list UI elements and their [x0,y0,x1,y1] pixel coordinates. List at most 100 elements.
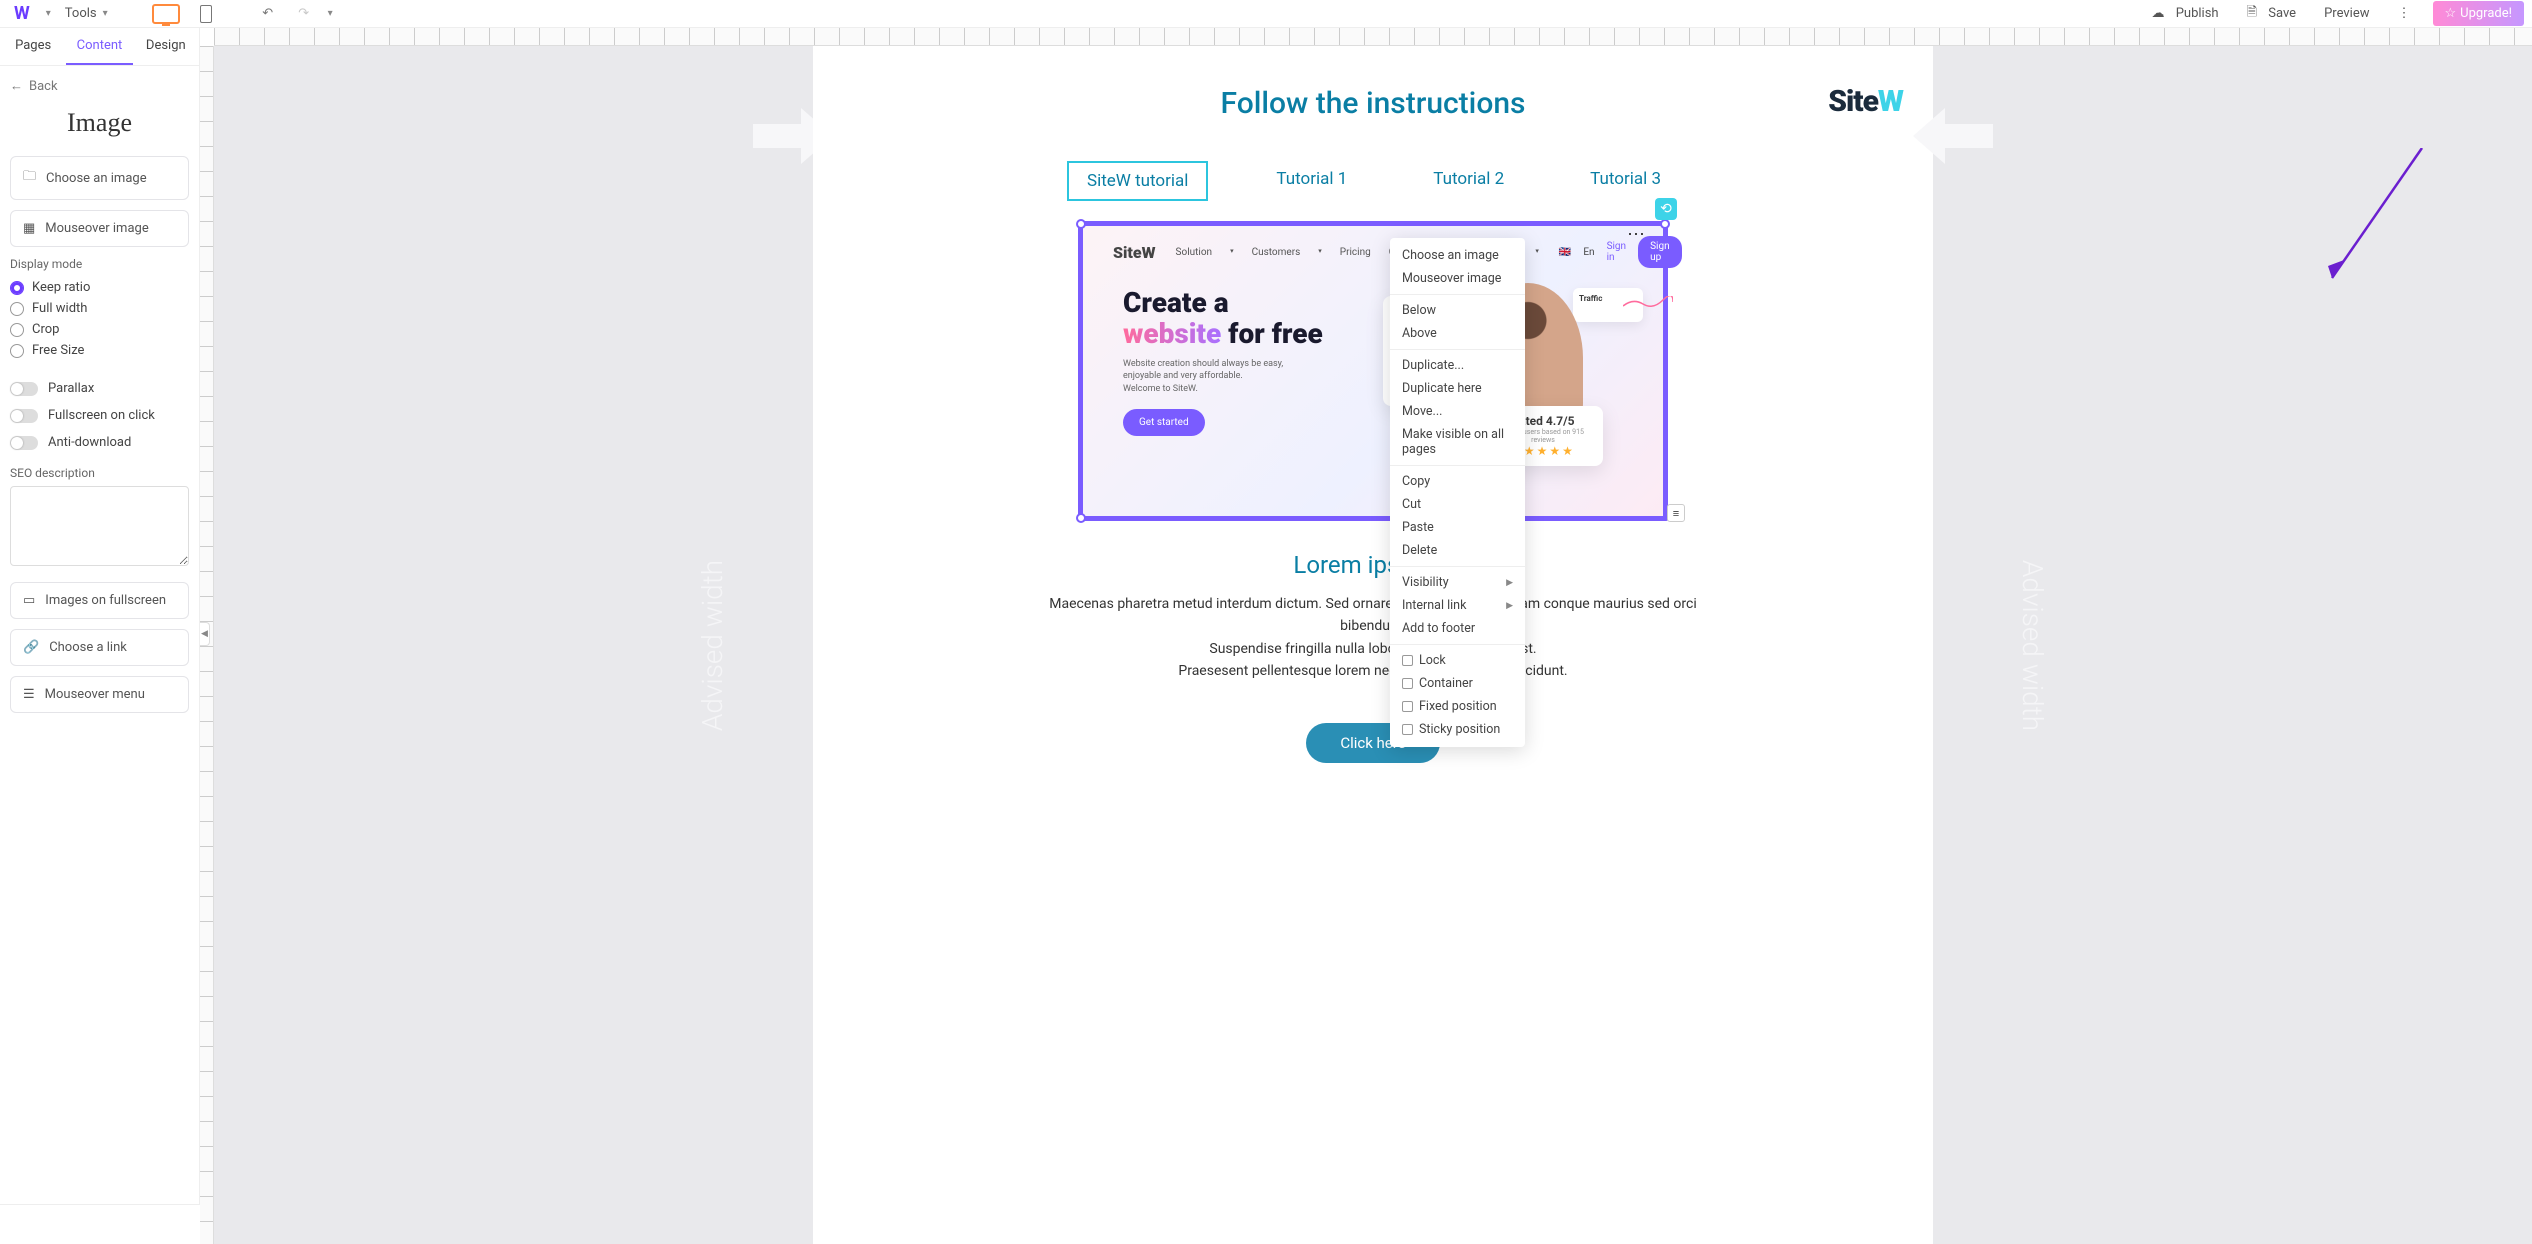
chevron-down-icon: ▾ [103,8,108,19]
toggle-icon [10,382,38,396]
ctx-move[interactable]: Move... [1390,400,1525,423]
switch-parallax[interactable]: Parallax [10,375,189,402]
outside-right: Advised width [1933,46,2133,1244]
ctx-delete[interactable]: Delete [1390,539,1525,562]
radio-full-width[interactable]: Full width [10,298,189,319]
ctx-container[interactable]: Container [1390,672,1525,695]
ctx-paste[interactable]: Paste [1390,516,1525,539]
panel-title: Image [10,108,189,138]
toggle-icon [10,436,38,450]
desktop-icon [152,4,180,24]
seo-description-input[interactable] [10,486,189,566]
radio-keep-ratio[interactable]: Keep ratio [10,277,189,298]
checkbox-icon [1402,724,1413,735]
ctx-add-footer[interactable]: Add to footer [1390,617,1525,640]
more-menu-button[interactable]: ⋮ [2392,6,2417,21]
display-mode-label: Display mode [10,257,189,271]
preview-button[interactable]: Preview [2318,6,2375,21]
ctx-visibility[interactable]: Visibility▶ [1390,571,1525,594]
collapse-sidebar-handle[interactable]: ◀ [200,622,210,646]
canvas-wrap: Advised width SiteW Follow the instructi… [200,28,2532,1244]
flag-icon: 🇬🇧 [1559,247,1571,258]
resize-handle-bottom-left[interactable] [1076,513,1086,523]
context-menu: Choose an image Mouseover image Below Ab… [1390,238,1525,747]
ctx-below[interactable]: Below [1390,299,1525,322]
upgrade-button[interactable]: ☆Upgrade! [2433,1,2525,26]
seo-description-label: SEO description [10,466,189,480]
nav-tab-tutorial-1[interactable]: Tutorial 1 [1258,161,1365,201]
toggle-icon [10,409,38,423]
choose-link-button[interactable]: 🔗Choose a link [10,629,189,666]
page-content[interactable]: SiteW Follow the instructions SiteW tuto… [813,46,1933,1244]
ctx-duplicate[interactable]: Duplicate... [1390,354,1525,377]
ctx-mouseover-image[interactable]: Mouseover image [1390,267,1525,290]
checkbox-icon [1402,678,1413,689]
tab-design[interactable]: Design [133,28,199,65]
selected-image-block[interactable]: ⋯ ⟲ ≡ SiteW Solution▾ Customers▾ Pricing… [1078,221,1668,521]
advised-width-label: Advised width [2016,559,2049,730]
ctx-cut[interactable]: Cut [1390,493,1525,516]
radio-crop[interactable]: Crop [10,319,189,340]
nav-tab-tutorial-3[interactable]: Tutorial 3 [1572,161,1679,201]
folder-icon: 🗀 [23,167,36,189]
ctx-choose-image[interactable]: Choose an image [1390,244,1525,267]
tab-pages[interactable]: Pages [0,28,66,65]
radio-icon [10,323,24,337]
images-fullscreen-button[interactable]: ▭Images on fullscreen [10,582,189,619]
ctx-make-visible[interactable]: Make visible on all pages [1390,423,1525,461]
arrow-left-icon: ← [10,78,23,94]
undo-button[interactable]: ↶ [254,6,282,22]
nav-tab-sitew-tutorial[interactable]: SiteW tutorial [1067,161,1208,201]
mouseover-image-button[interactable]: ▦Mouseover image [10,210,189,247]
ctx-copy[interactable]: Copy [1390,470,1525,493]
switch-fullscreen-click[interactable]: Fullscreen on click [10,402,189,429]
choose-image-button[interactable]: 🗀Choose an image [10,156,189,200]
page-nav-tabs: SiteW tutorial Tutorial 1 Tutorial 2 Tut… [843,161,1903,201]
ctx-fixed-position[interactable]: Fixed position [1390,695,1525,718]
align-icon: ≡ [1673,507,1679,520]
ctx-duplicate-here[interactable]: Duplicate here [1390,377,1525,400]
page-heading: Follow the instructions [843,86,1903,121]
ctx-sticky-position[interactable]: Sticky position [1390,718,1525,741]
redo-icon: ↷ [296,6,312,22]
back-button[interactable]: ←Back [10,74,189,104]
block-more-button[interactable]: ⋯ [1627,224,1645,245]
publish-button[interactable]: ☁ Publish [2145,6,2224,21]
canvas[interactable]: Advised width SiteW Follow the instructi… [214,46,2532,1244]
app-logo[interactable]: W [8,3,36,24]
resize-handle-top-right[interactable] [1660,219,1670,229]
resize-handle-top-left[interactable] [1076,219,1086,229]
checkbox-icon [1402,701,1413,712]
sidebar-tabs: Pages Content Design [0,28,199,66]
redo-button[interactable]: ↷ [290,6,318,22]
ctx-internal-link[interactable]: Internal link▶ [1390,594,1525,617]
menu-icon: ☰ [23,687,35,702]
screenshot-logo: SiteW [1113,243,1156,262]
brand-logo: SiteW [1828,84,1903,119]
tab-content[interactable]: Content [66,28,132,65]
chevron-down-icon[interactable]: ▾ [328,8,333,19]
tools-menu[interactable]: Tools▾ [59,6,114,21]
rotate-icon: ⟲ [1660,201,1672,217]
ctx-lock[interactable]: Lock [1390,649,1525,672]
link-icon: 🔗 [23,640,39,655]
radio-free-size[interactable]: Free Size [10,340,189,361]
mobile-view-button[interactable] [194,5,218,23]
radio-icon [10,302,24,316]
checkbox-icon [1402,655,1413,666]
save-button[interactable]: 🗎 Save [2241,3,2303,25]
align-button[interactable]: ≡ [1667,504,1685,522]
ctx-above[interactable]: Above [1390,322,1525,345]
desktop-view-button[interactable] [146,4,186,24]
mouseover-menu-button[interactable]: ☰Mouseover menu [10,676,189,713]
rotate-button[interactable]: ⟲ [1655,198,1677,220]
mobile-icon [200,5,212,23]
switch-anti-download[interactable]: Anti-download [10,429,189,456]
main-area: Pages Content Design ←Back Image 🗀Choose… [0,28,2532,1244]
chevron-down-icon[interactable]: ▾ [46,8,51,19]
undo-icon: ↶ [260,6,276,22]
outside-left: Advised width [613,46,813,1244]
kebab-icon: ⋮ [2398,6,2411,21]
nav-tab-tutorial-2[interactable]: Tutorial 2 [1415,161,1522,201]
left-sidebar: Pages Content Design ←Back Image 🗀Choose… [0,28,200,1244]
